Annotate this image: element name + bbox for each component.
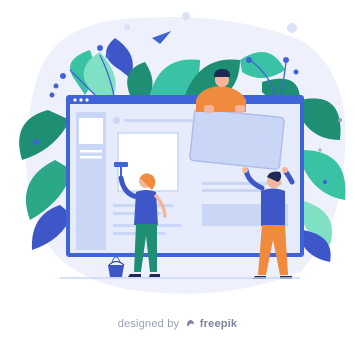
attribution-brand: freepik [199,318,238,330]
attribution-prefix: designed by [117,318,180,330]
freepik-logo-icon [186,319,194,327]
attribution: designed by freepik [0,318,355,330]
illustration [19,12,346,294]
floating-panel [189,108,285,170]
